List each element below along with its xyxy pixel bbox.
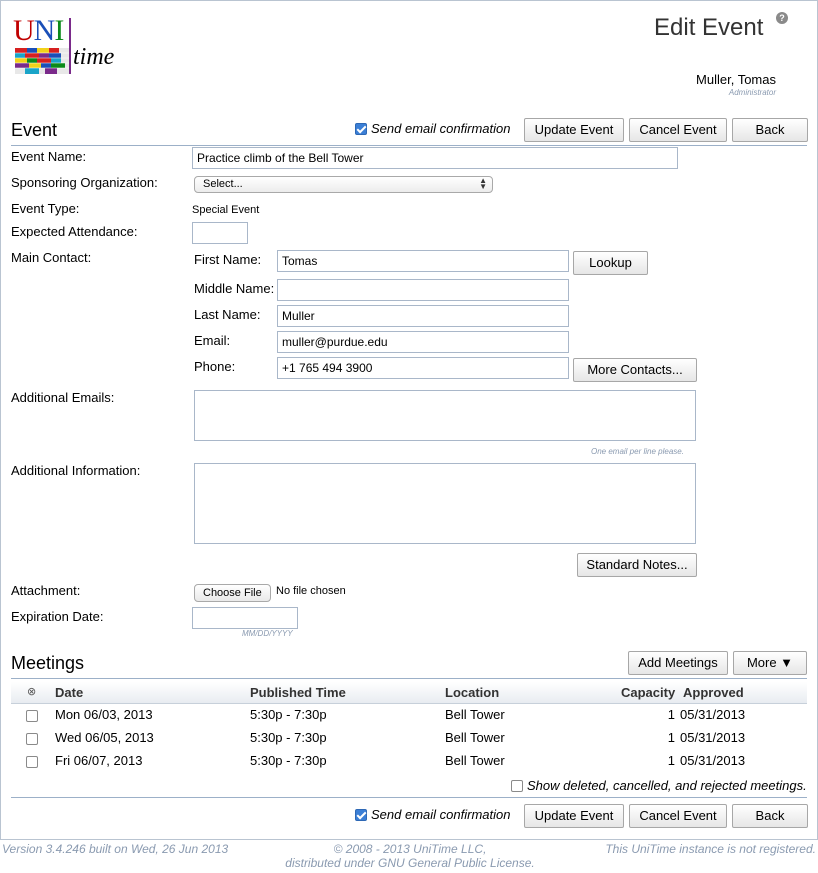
row-checkbox[interactable] — [26, 733, 38, 745]
first-name-label: First Name: — [194, 252, 262, 267]
select-arrows-icon: ▲ ▼ — [479, 176, 487, 191]
send-email-label-bottom: Send email confirmation — [371, 807, 511, 822]
expiration-hint: MM/DD/YYYY — [242, 629, 293, 638]
last-name-label: Last Name: — [194, 307, 261, 322]
footer-registration: This UniTime instance is not registered. — [605, 842, 816, 856]
additional-emails-hint: One email per line please. — [591, 447, 684, 456]
phone-input[interactable]: +1 765 494 3900 — [277, 357, 569, 379]
additional-info-label: Additional Information: — [11, 463, 141, 478]
expiration-date-input[interactable] — [192, 607, 298, 629]
page-title: Edit Event — [654, 14, 764, 41]
cancel-event-button-top[interactable]: Cancel Event — [629, 118, 727, 142]
meeting-approved: 05/31/2013 — [680, 707, 746, 722]
send-email-checkbox-bottom[interactable] — [355, 809, 367, 821]
attendance-input[interactable] — [192, 222, 248, 244]
meeting-date: Wed 06/05, 2013 — [55, 730, 154, 745]
no-file-text: No file chosen — [276, 585, 346, 597]
expiration-label: Expiration Date: — [11, 609, 104, 624]
back-button-bottom[interactable]: Back — [732, 804, 808, 828]
unitime-logo[interactable]: UNI time — [13, 16, 125, 80]
logo-time-text: time — [73, 44, 115, 70]
column-published-time[interactable]: Published Time — [250, 685, 346, 700]
meeting-date: Fri 06/07, 2013 — [55, 753, 143, 768]
attendance-label: Expected Attendance: — [11, 224, 138, 239]
meeting-location: Bell Tower — [445, 730, 505, 745]
row-checkbox[interactable] — [26, 710, 38, 722]
event-type-label: Event Type: — [11, 201, 80, 216]
logo-uni-text: UNI — [13, 14, 64, 47]
email-label: Email: — [194, 333, 231, 348]
meetings-section-divider — [11, 678, 807, 679]
show-deleted-checkbox[interactable] — [511, 780, 523, 792]
standard-notes-button[interactable]: Standard Notes... — [577, 553, 697, 577]
help-icon[interactable]: ? — [776, 12, 788, 24]
middle-name-label: Middle Name: — [194, 281, 275, 296]
meeting-time: 5:30p - 7:30p — [250, 730, 327, 745]
meeting-capacity: 1 — [667, 730, 675, 745]
additional-emails-label: Additional Emails: — [11, 390, 115, 405]
meetings-section-title: Meetings — [11, 653, 85, 673]
phone-label: Phone: — [194, 359, 236, 374]
event-type-value: Special Event — [192, 204, 260, 216]
meeting-location: Bell Tower — [445, 753, 505, 768]
meeting-capacity: 1 — [667, 707, 675, 722]
show-deleted-label: Show deleted, cancelled, and rejected me… — [527, 778, 807, 793]
choose-file-button[interactable]: Choose File — [194, 584, 271, 602]
additional-info-textarea[interactable] — [194, 463, 696, 544]
add-meetings-button[interactable]: Add Meetings — [628, 651, 728, 675]
email-input[interactable]: muller@purdue.edu — [277, 331, 569, 353]
send-email-label-top: Send email confirmation — [371, 121, 511, 136]
logo-grid-icon — [15, 48, 69, 74]
event-section-divider — [11, 145, 807, 146]
additional-emails-textarea[interactable] — [194, 390, 696, 441]
meeting-time: 5:30p - 7:30p — [250, 753, 327, 768]
bottom-divider — [11, 797, 807, 798]
middle-name-input[interactable] — [277, 279, 569, 301]
column-approved[interactable]: Approved — [683, 685, 744, 700]
user-role: Administrator — [728, 88, 776, 97]
first-name-input[interactable]: Tomas — [277, 250, 569, 272]
meeting-time: 5:30p - 7:30p — [250, 707, 327, 722]
main-contact-label: Main Contact: — [11, 250, 92, 265]
more-contacts-button[interactable]: More Contacts... — [573, 358, 697, 382]
sponsor-label: Sponsoring Organization: — [11, 175, 158, 190]
event-section-title: Event — [11, 120, 58, 140]
meeting-capacity: 1 — [667, 753, 675, 768]
footer-copyright: © 2008 - 2013 UniTime LLC, distributed u… — [270, 842, 550, 870]
attachment-label: Attachment: — [11, 583, 81, 598]
column-date[interactable]: Date — [55, 685, 83, 700]
meeting-approved: 05/31/2013 — [680, 730, 746, 745]
select-all-icon[interactable]: ⊗ — [27, 685, 36, 698]
meeting-location: Bell Tower — [445, 707, 505, 722]
event-name-input[interactable]: Practice climb of the Bell Tower — [192, 147, 678, 169]
back-button-top[interactable]: Back — [732, 118, 808, 142]
event-name-label: Event Name: — [11, 149, 87, 164]
column-capacity[interactable]: Capacity — [621, 685, 675, 700]
user-name[interactable]: Muller, Tomas — [600, 72, 776, 87]
last-name-input[interactable]: Muller — [277, 305, 569, 327]
update-event-button-top[interactable]: Update Event — [524, 118, 624, 142]
more-button[interactable]: More ▼ — [733, 651, 807, 675]
row-checkbox[interactable] — [26, 756, 38, 768]
update-event-button-bottom[interactable]: Update Event — [524, 804, 624, 828]
footer-version: Version 3.4.246 built on Wed, 26 Jun 201… — [2, 842, 229, 856]
cancel-event-button-bottom[interactable]: Cancel Event — [629, 804, 727, 828]
sponsor-select-value: Select... — [203, 178, 243, 190]
footer-copyright-line2: distributed under GNU General Public Lic… — [285, 856, 535, 870]
meeting-date: Mon 06/03, 2013 — [55, 707, 153, 722]
column-location[interactable]: Location — [445, 685, 499, 700]
meeting-approved: 05/31/2013 — [680, 753, 746, 768]
footer-copyright-line1: © 2008 - 2013 UniTime LLC, — [333, 842, 487, 856]
logo-divider — [69, 18, 71, 74]
send-email-checkbox-top[interactable] — [355, 123, 367, 135]
lookup-button[interactable]: Lookup — [573, 251, 648, 275]
meetings-table-header: ⊗ Date Published Time Location Capacity … — [11, 682, 807, 704]
sponsor-select[interactable]: Select... ▲ ▼ — [194, 176, 493, 193]
